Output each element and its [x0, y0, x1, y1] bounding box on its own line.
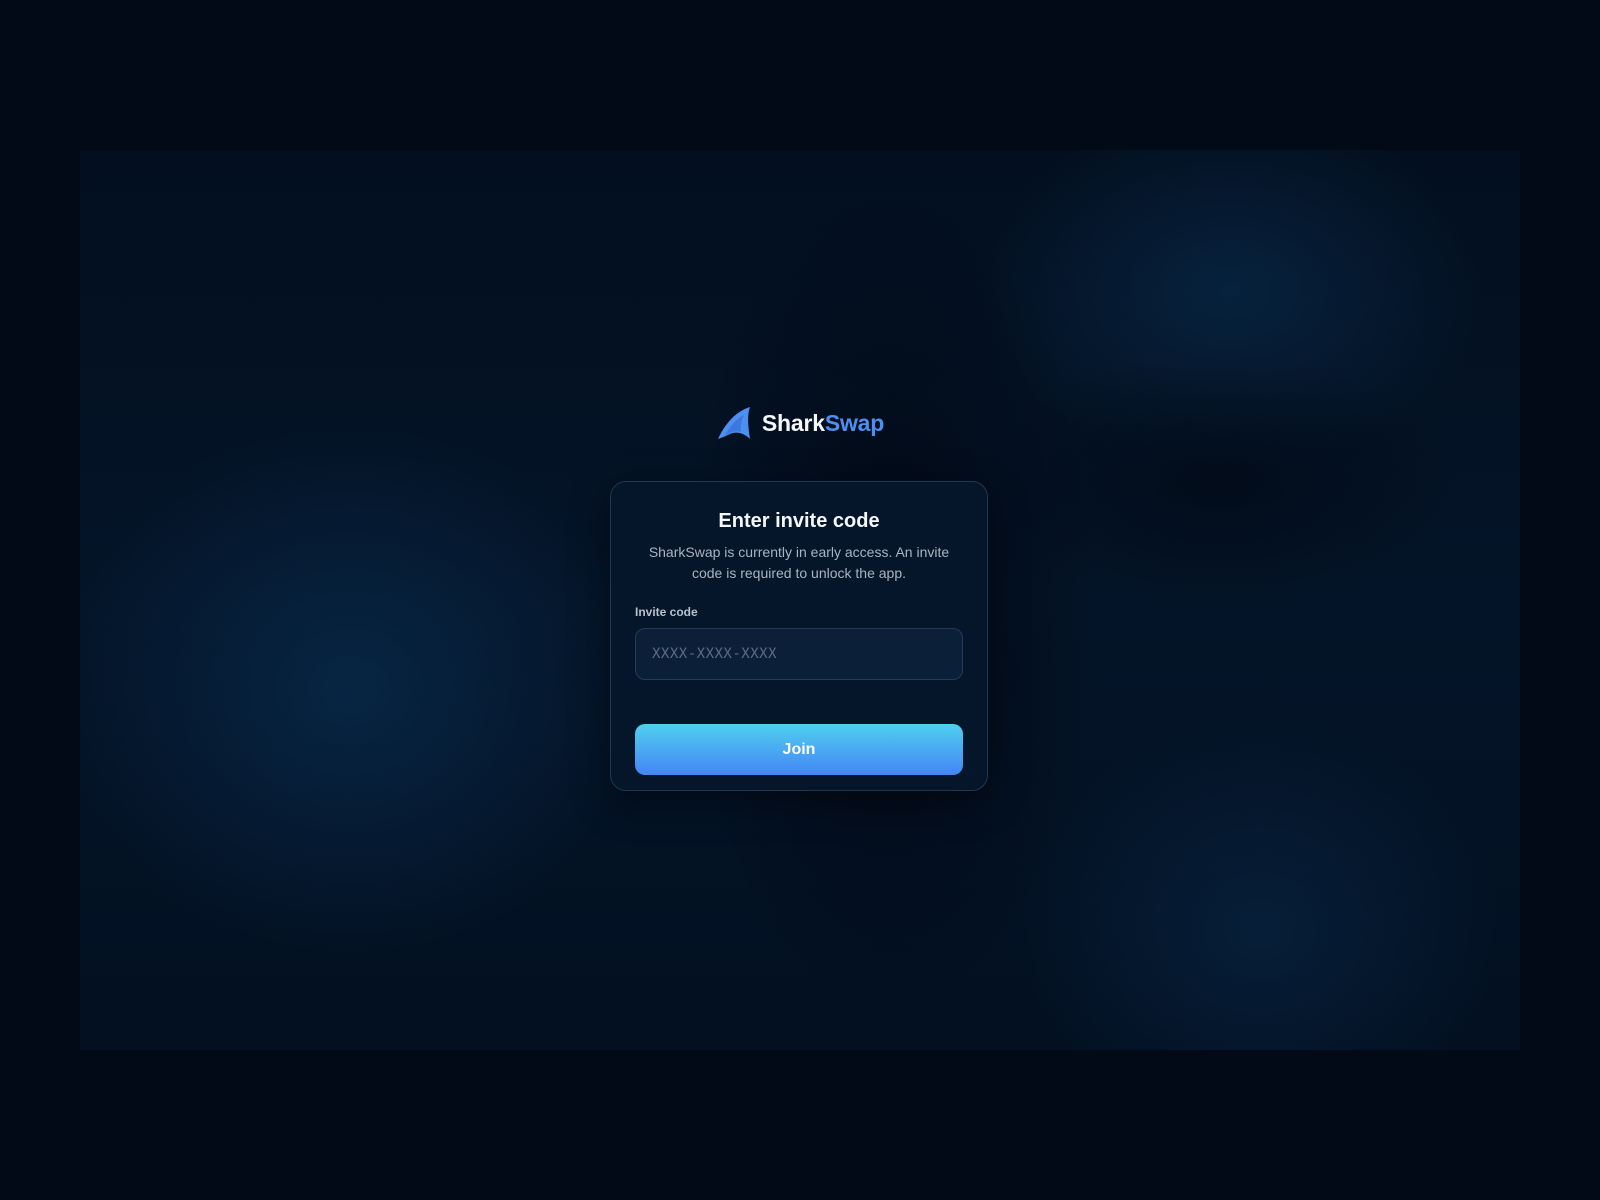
brand-name-shark: Shark: [761, 409, 825, 436]
shark-fin-icon: [717, 407, 750, 439]
brand-name: SharkSwap: [761, 409, 885, 436]
invite-code-input[interactable]: [635, 628, 963, 680]
invite-card: Enter invite code SharkSwap is currently…: [610, 481, 988, 791]
invite-code-label: Invite code: [635, 605, 698, 619]
invite-card-subtitle: SharkSwap is currently in early access. …: [648, 544, 950, 581]
join-button[interactable]: Join: [635, 724, 963, 775]
brand-logo: SharkSwap: [0, 406, 1600, 440]
invite-card-title: Enter invite code: [718, 510, 880, 532]
page-root: SharkSwap Enter invite code SharkSwap is…: [0, 0, 1600, 1200]
brand-name-swap: Swap: [824, 409, 885, 436]
